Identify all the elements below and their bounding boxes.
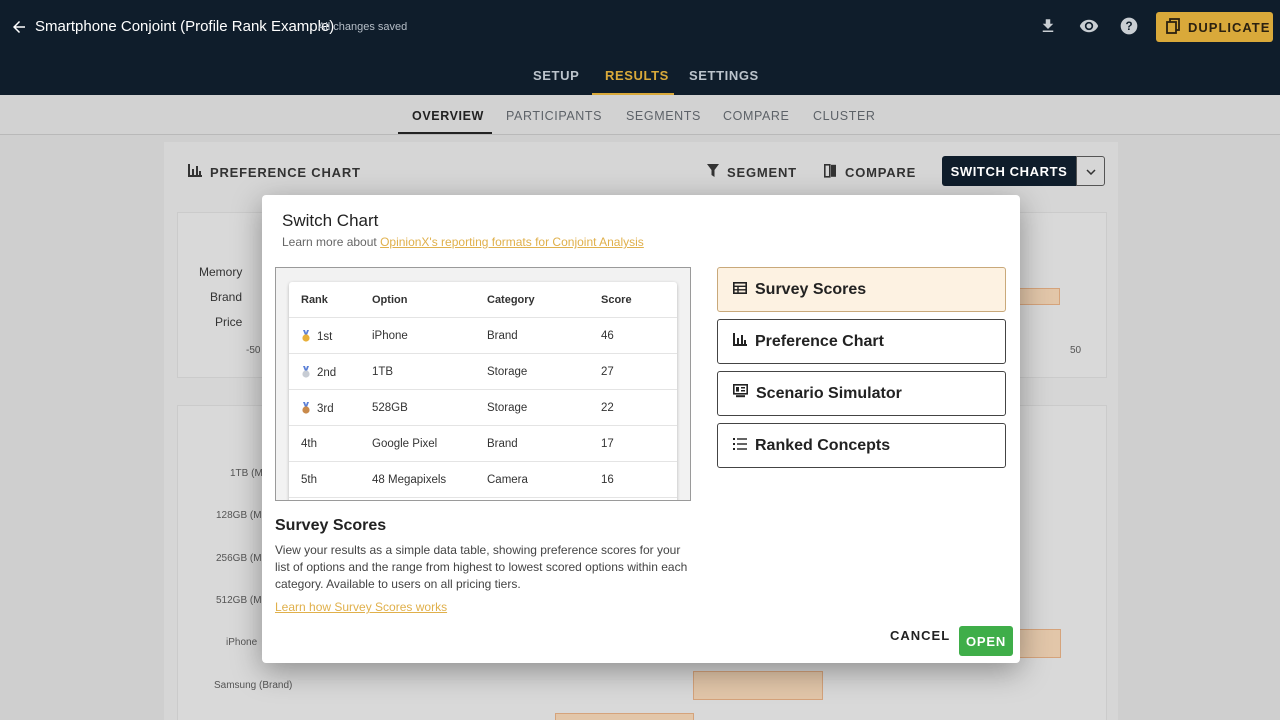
list-icon	[733, 437, 747, 455]
option-label: Ranked Concepts	[755, 436, 891, 454]
learn-survey-scores-link[interactable]: Learn how Survey Scores works	[275, 600, 447, 614]
table-row: 2nd 1TB Storage 27	[289, 354, 677, 390]
description-title: Survey Scores	[275, 517, 387, 534]
simulator-icon	[733, 384, 748, 403]
score-cell: 16	[601, 474, 614, 486]
table-icon	[733, 281, 747, 299]
gold-medal-icon	[302, 330, 310, 342]
option-scenario-simulator[interactable]: Scenario Simulator	[717, 371, 1006, 416]
option-label: Survey Scores	[755, 280, 867, 298]
rank-text: 1st	[317, 331, 333, 343]
header-rank: Rank	[301, 294, 328, 306]
header-option: Option	[372, 294, 408, 306]
option-label: Preference Chart	[755, 332, 884, 350]
bar-chart-icon	[733, 332, 747, 351]
rank-cell: 1st	[301, 330, 332, 343]
header-category: Category	[487, 294, 535, 306]
bronze-medal-icon	[302, 402, 310, 414]
option-cell: 1TB	[372, 366, 394, 378]
option-survey-scores[interactable]: Survey Scores	[717, 267, 1006, 312]
table-row: 3rd 528GB Storage 22	[289, 390, 677, 426]
table-row: 1st iPhone Brand 46	[289, 318, 677, 354]
option-cell: iPhone	[372, 330, 408, 342]
cancel-button[interactable]: CANCEL	[890, 628, 950, 643]
dialog-title: Switch Chart	[282, 211, 379, 230]
rank-cell: 3rd	[301, 402, 334, 415]
subtitle-prefix: Learn more about	[282, 235, 381, 249]
dialog-subtitle: Learn more about OpinionX's reporting fo…	[282, 235, 644, 249]
open-button[interactable]: OPEN	[959, 626, 1013, 656]
score-cell: 27	[601, 366, 614, 378]
option-cell: 528GB	[372, 402, 408, 414]
option-cell: 48 Megapixels	[372, 474, 447, 486]
category-cell: Brand	[487, 438, 518, 450]
chart-preview: Rank Option Category Score 1st iPhone Br…	[275, 267, 691, 501]
score-cell: 17	[601, 438, 614, 450]
rank-text: 3rd	[317, 403, 334, 415]
reporting-formats-link[interactable]: OpinionX's reporting formats for Conjoin…	[380, 235, 644, 249]
option-ranked-concepts[interactable]: Ranked Concepts	[717, 423, 1006, 468]
option-cell: Google Pixel	[372, 438, 438, 450]
table-row: 5th 48 Megapixels Camera 16	[289, 462, 677, 498]
switch-chart-dialog: Switch Chart Learn more about OpinionX's…	[262, 195, 1020, 663]
rank-text: 2nd	[317, 367, 337, 379]
silver-medal-icon	[302, 366, 310, 378]
rank-cell: 4th	[301, 438, 317, 450]
category-cell: Storage	[487, 366, 528, 378]
header-score: Score	[601, 294, 632, 306]
category-cell: Camera	[487, 474, 528, 486]
table-row: 4th Google Pixel Brand 17	[289, 426, 677, 462]
rank-cell: 5th	[301, 474, 317, 486]
score-cell: 22	[601, 402, 614, 414]
category-cell: Storage	[487, 402, 528, 414]
option-preference-chart[interactable]: Preference Chart	[717, 319, 1006, 364]
preview-table: Rank Option Category Score 1st iPhone Br…	[289, 282, 677, 500]
table-header-row: Rank Option Category Score	[289, 282, 677, 318]
option-label: Scenario Simulator	[756, 384, 902, 402]
score-cell: 46	[601, 330, 614, 342]
category-cell: Brand	[487, 330, 518, 342]
rank-cell: 2nd	[301, 366, 336, 379]
description-body: View your results as a simple data table…	[275, 543, 688, 591]
